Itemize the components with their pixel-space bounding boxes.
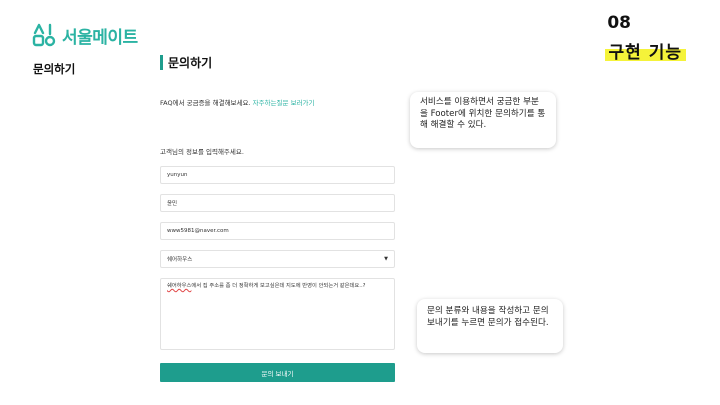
slide-number: 08 [607, 13, 631, 33]
email-field-value: www5981@naver.com [167, 228, 229, 234]
page-title: 문의하기 [160, 54, 212, 71]
message-text: 에서 집 주소를 좀 더 정확하게 보고싶은데 지도에 반영이 안되는거 같은데… [191, 283, 366, 289]
annotation-note-top: 서비스를 이용하면서 궁금한 부분을 Footer에 위치한 문의하기를 통해 … [410, 92, 556, 148]
name-field[interactable]: yunyun [160, 166, 395, 184]
name-field-value: yunyun [167, 172, 188, 178]
sidebar-label: 문의하기 [33, 62, 76, 76]
message-text-underlined: 쉐어하우스 [167, 283, 192, 289]
faq-line: FAQ에서 궁금증을 해결해보세요. 자주하는질문 보러가기 [160, 97, 315, 107]
annotation-note-bottom: 문의 분류와 내용을 작성하고 문의 보내기를 누르면 문의가 접수된다. [417, 299, 563, 353]
message-textarea[interactable]: 쉐어하우스에서 집 주소를 좀 더 정확하게 보고싶은데 지도에 반영이 안되는… [160, 278, 395, 350]
title-accent-bar [160, 55, 163, 70]
logo-text: 서울메이트 [62, 27, 138, 48]
email-field[interactable]: www5981@naver.com [160, 222, 395, 240]
submit-button[interactable]: 문의 보내기 [160, 363, 395, 382]
chevron-down-icon: ▼ [384, 256, 388, 262]
category-select[interactable]: 쉐어하우스 ▼ [160, 250, 395, 268]
faq-link[interactable]: 자주하는질문 보러가기 [253, 99, 315, 107]
category-select-value: 쉐어하우스 [167, 257, 193, 263]
page-title-text: 문의하기 [168, 56, 213, 70]
faq-text: FAQ에서 궁금증을 해결해보세요. [160, 99, 251, 107]
slide-title: 구현 기능 [604, 38, 686, 63]
logo[interactable]: 서울메이트 [32, 22, 138, 48]
logo-mark-icon [32, 22, 56, 48]
name2-field[interactable]: 윤민 [160, 194, 395, 212]
name2-field-value: 윤민 [167, 201, 178, 207]
form-intro: 고객님의 정보를 입력해주세요. [160, 148, 244, 156]
